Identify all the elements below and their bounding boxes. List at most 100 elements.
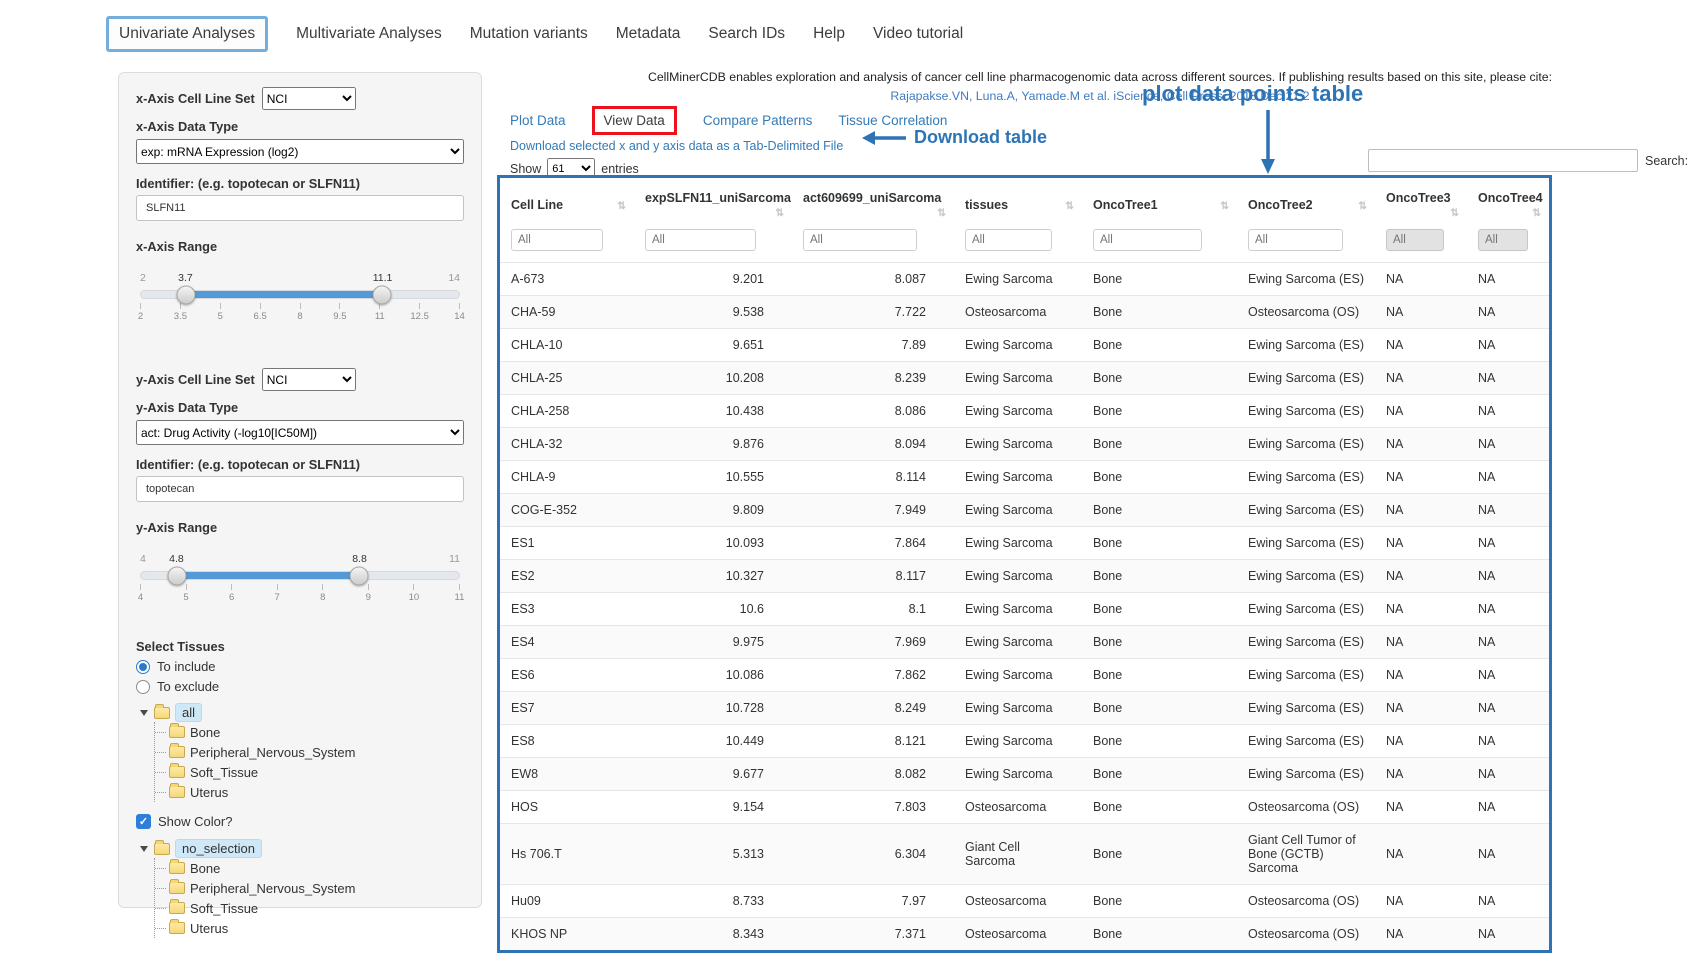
filter-cell-line[interactable]: [511, 229, 603, 251]
tree-node-tissue[interactable]: Bone: [155, 722, 464, 742]
sort-icon[interactable]: ⇅: [1220, 200, 1229, 212]
y-data-type-select[interactable]: act: Drug Activity (-log10[IC50M]): [136, 420, 464, 445]
table-row[interactable]: CHA-59 9.538 7.722 Osteosarcoma Bone Ost…: [500, 296, 1549, 329]
y-range-track[interactable]: [140, 571, 460, 580]
sort-icon[interactable]: ⇅: [1358, 200, 1367, 212]
table-row[interactable]: ES4 9.975 7.969 Ewing Sarcoma Bone Ewing…: [500, 626, 1549, 659]
sort-icon[interactable]: ⇅: [937, 207, 946, 219]
subtab-view-data[interactable]: View Data: [604, 113, 665, 128]
table-row[interactable]: CHLA-9 10.555 8.114 Ewing Sarcoma Bone E…: [500, 461, 1549, 494]
table-row[interactable]: ES6 10.086 7.862 Ewing Sarcoma Bone Ewin…: [500, 659, 1549, 692]
y-range-handle-low[interactable]: [168, 566, 187, 585]
tab-video-tutorial[interactable]: Video tutorial: [873, 25, 963, 43]
sort-icon[interactable]: ⇅: [617, 200, 626, 212]
download-tab-delimited-link[interactable]: Download selected x and y axis data as a…: [510, 139, 843, 153]
table-row[interactable]: ES7 10.728 8.249 Ewing Sarcoma Bone Ewin…: [500, 692, 1549, 725]
col-header-oncotree4[interactable]: OncoTree4⇅: [1467, 178, 1549, 229]
cell-line-cell: CHLA-9: [500, 461, 634, 494]
x-range-track[interactable]: [140, 290, 460, 299]
x-range-ticks: 2 3.5 5 6.5 8: [140, 303, 460, 322]
search-input[interactable]: [1368, 149, 1638, 172]
filter-act609699[interactable]: [803, 229, 917, 251]
table-search: Search:: [1368, 149, 1688, 172]
tree-node-tissue[interactable]: Uterus: [155, 918, 464, 938]
tab-mutation-variants[interactable]: Mutation variants: [470, 25, 588, 43]
citation-line2[interactable]: Rajapakse.VN, Luna.A, Yamade.M et al. iS…: [500, 89, 1700, 103]
table-row[interactable]: COG-E-352 9.809 7.949 Ewing Sarcoma Bone…: [500, 494, 1549, 527]
subtab-plot-data[interactable]: Plot Data: [510, 113, 566, 128]
x-range-handle-high[interactable]: [373, 285, 392, 304]
oncotree1-cell: Bone: [1082, 329, 1237, 362]
tab-multivariate-analyses[interactable]: Multivariate Analyses: [296, 25, 442, 43]
sort-icon[interactable]: ⇅: [775, 207, 784, 219]
tree-node-tissue[interactable]: Uterus: [155, 782, 464, 802]
radio-to-exclude[interactable]: To exclude: [136, 679, 464, 694]
tree-node-tissue[interactable]: Bone: [155, 858, 464, 878]
sort-icon[interactable]: ⇅: [1065, 200, 1074, 212]
cell-line-cell: COG-E-352: [500, 494, 634, 527]
y-cell-line-set-select[interactable]: NCI: [262, 368, 356, 391]
table-row[interactable]: CHLA-25 10.208 8.239 Ewing Sarcoma Bone …: [500, 362, 1549, 395]
col-header-cell-line[interactable]: Cell Line⇅: [500, 178, 634, 229]
col-header-expslfn11[interactable]: expSLFN11_uniSarcoma⇅: [634, 178, 792, 229]
table-row[interactable]: ES2 10.327 8.117 Ewing Sarcoma Bone Ewin…: [500, 560, 1549, 593]
table-row[interactable]: EW8 9.677 8.082 Ewing Sarcoma Bone Ewing…: [500, 758, 1549, 791]
tick: 6: [231, 584, 232, 603]
col-header-oncotree3[interactable]: OncoTree3⇅: [1375, 178, 1467, 229]
filter-oncotree1[interactable]: [1093, 229, 1202, 251]
col-header-tissues[interactable]: tissues⇅: [954, 178, 1082, 229]
subtab-tissue-correlation[interactable]: Tissue Correlation: [838, 113, 947, 128]
tree-node-tissue[interactable]: Soft_Tissue: [155, 762, 464, 782]
x-range-handle-low[interactable]: [177, 285, 196, 304]
filter-oncotree4[interactable]: [1478, 229, 1528, 251]
col-header-oncotree1[interactable]: OncoTree1⇅: [1082, 178, 1237, 229]
cell-line-cell: CHLA-10: [500, 329, 634, 362]
filter-oncotree2[interactable]: [1248, 229, 1343, 251]
x-data-type-select[interactable]: exp: mRNA Expression (log2): [136, 139, 464, 164]
show-color-checkbox[interactable]: ✓ Show Color?: [136, 814, 464, 829]
col-header-act609699[interactable]: act609699_uniSarcoma⇅: [792, 178, 954, 229]
tab-search-ids[interactable]: Search IDs: [708, 25, 785, 43]
y-identifier-input[interactable]: [136, 476, 464, 502]
tree-node-tissue[interactable]: Peripheral_Nervous_System: [155, 742, 464, 762]
sort-icon[interactable]: ⇅: [1450, 207, 1459, 219]
table-row[interactable]: A-673 9.201 8.087 Ewing Sarcoma Bone Ewi…: [500, 263, 1549, 296]
table-row[interactable]: Hs 706.T 5.313 6.304 Giant Cell Sarcoma …: [500, 824, 1549, 885]
tree-node-all[interactable]: all: [140, 703, 464, 722]
filter-expslfn11[interactable]: [645, 229, 756, 251]
table-row[interactable]: KHOS NP 8.343 7.371 Osteosarcoma Bone Os…: [500, 918, 1549, 951]
caret-down-icon[interactable]: [140, 710, 148, 716]
radio-to-include[interactable]: To include: [136, 659, 464, 674]
x-cell-line-set-label: x-Axis Cell Line Set: [136, 91, 255, 106]
subtab-compare-patterns[interactable]: Compare Patterns: [703, 113, 813, 128]
sort-icon[interactable]: ⇅: [1532, 207, 1541, 219]
table-row[interactable]: HOS 9.154 7.803 Osteosarcoma Bone Osteos…: [500, 791, 1549, 824]
x-identifier-input[interactable]: [136, 195, 464, 221]
x-cell-line-set-select[interactable]: NCI: [262, 87, 356, 110]
folder-icon: [169, 882, 185, 894]
exp-value-cell: 8.733: [634, 885, 792, 918]
table-row[interactable]: ES8 10.449 8.121 Ewing Sarcoma Bone Ewin…: [500, 725, 1549, 758]
tree-node-no-selection[interactable]: no_selection: [140, 839, 464, 858]
tick-mark: [180, 303, 181, 309]
table-row[interactable]: CHLA-258 10.438 8.086 Ewing Sarcoma Bone…: [500, 395, 1549, 428]
tree-node-tissue[interactable]: Peripheral_Nervous_System: [155, 878, 464, 898]
tab-univariate-analyses[interactable]: Univariate Analyses: [106, 16, 268, 52]
filter-oncotree3[interactable]: [1386, 229, 1444, 251]
table-row[interactable]: ES3 10.6 8.1 Ewing Sarcoma Bone Ewing Sa…: [500, 593, 1549, 626]
tree-children: Bone Peripheral_Nervous_System Soft_Tiss…: [154, 722, 464, 802]
caret-down-icon[interactable]: [140, 846, 148, 852]
tissue-cell: Ewing Sarcoma: [954, 494, 1082, 527]
tab-help[interactable]: Help: [813, 25, 845, 43]
filter-tissues[interactable]: [965, 229, 1052, 251]
oncotree1-cell: Bone: [1082, 593, 1237, 626]
col-header-oncotree2[interactable]: OncoTree2⇅: [1237, 178, 1375, 229]
oncotree2-cell: Osteosarcoma (OS): [1237, 918, 1375, 951]
table-row[interactable]: Hu09 8.733 7.97 Osteosarcoma Bone Osteos…: [500, 885, 1549, 918]
y-range-handle-high[interactable]: [350, 566, 369, 585]
table-row[interactable]: CHLA-32 9.876 8.094 Ewing Sarcoma Bone E…: [500, 428, 1549, 461]
tree-node-tissue[interactable]: Soft_Tissue: [155, 898, 464, 918]
table-row[interactable]: CHLA-10 9.651 7.89 Ewing Sarcoma Bone Ew…: [500, 329, 1549, 362]
table-row[interactable]: ES1 10.093 7.864 Ewing Sarcoma Bone Ewin…: [500, 527, 1549, 560]
tab-metadata[interactable]: Metadata: [616, 25, 681, 43]
